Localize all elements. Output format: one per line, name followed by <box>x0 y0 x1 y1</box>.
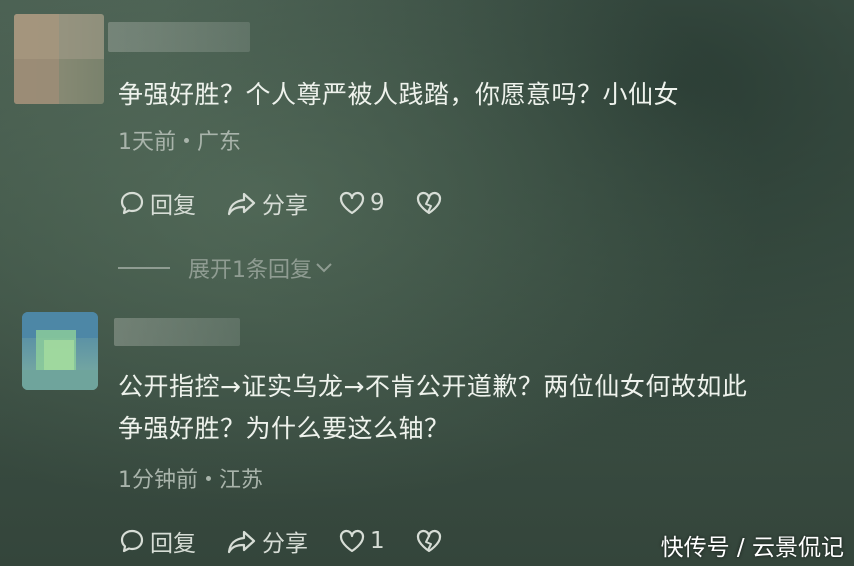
separator-dot <box>206 475 211 481</box>
share-button[interactable]: 分享 <box>226 524 308 558</box>
reply-button[interactable]: 回复 <box>118 524 196 558</box>
like-button[interactable]: 9 <box>338 190 385 216</box>
comment-time: 1天前 <box>118 130 176 155</box>
reply-label: 回复 <box>150 193 196 219</box>
heart-icon <box>338 190 366 216</box>
expand-replies-button[interactable]: 展开1条回复 <box>118 252 334 284</box>
heart-icon <box>338 528 366 554</box>
share-button[interactable]: 分享 <box>226 186 308 220</box>
share-label: 分享 <box>262 531 308 557</box>
username[interactable] <box>114 318 240 346</box>
divider-line <box>118 267 170 269</box>
like-count: 9 <box>370 190 385 216</box>
comment-actions: 回复 分享 1 <box>118 524 473 558</box>
avatar[interactable] <box>14 14 104 104</box>
reply-label: 回复 <box>150 531 196 557</box>
comment-location: 广东 <box>197 130 242 155</box>
like-button[interactable]: 1 <box>338 528 385 554</box>
comment-time: 1分钟前 <box>118 468 198 493</box>
watermark: 快传号 / 云景侃记 <box>660 535 844 561</box>
dislike-button[interactable] <box>415 190 443 216</box>
share-label: 分享 <box>262 193 308 219</box>
comment-text: 争强好胜？个人尊严被人践踏，你愿意吗？小仙女 <box>118 80 680 109</box>
speech-bubble-icon <box>118 189 146 217</box>
broken-heart-icon <box>415 190 443 216</box>
expand-label: 展开1条回复 <box>188 258 312 283</box>
comment-text-line: 公开指控→证实乌龙→不肯公开道歉？两位仙女何故如此 <box>118 372 748 401</box>
avatar[interactable] <box>22 312 98 390</box>
comment-item: 争强好胜？个人尊严被人践踏，你愿意吗？小仙女 1天前 广东 回复 分享 9 展开… <box>0 0 854 300</box>
comment-actions: 回复 分享 9 <box>118 186 473 220</box>
like-count: 1 <box>370 528 385 554</box>
dislike-button[interactable] <box>415 528 443 554</box>
comment-text-line: 争强好胜？为什么要这么轴？ <box>118 414 450 443</box>
comment-location: 江苏 <box>219 468 264 493</box>
share-arrow-icon <box>226 527 258 555</box>
comment-text: 公开指控→证实乌龙→不肯公开道歉？两位仙女何故如此 争强好胜？为什么要这么轴？ <box>118 366 834 450</box>
reply-button[interactable]: 回复 <box>118 186 196 220</box>
comment-meta: 1天前 广东 <box>118 124 241 156</box>
separator-dot <box>184 137 189 143</box>
comment-meta: 1分钟前 江苏 <box>118 462 263 494</box>
username[interactable] <box>108 22 250 52</box>
broken-heart-icon <box>415 528 443 554</box>
comment-item: 公开指控→证实乌龙→不肯公开道歉？两位仙女何故如此 争强好胜？为什么要这么轴？ … <box>0 300 854 566</box>
share-arrow-icon <box>226 189 258 217</box>
speech-bubble-icon <box>118 527 146 555</box>
chevron-down-icon <box>314 256 334 281</box>
